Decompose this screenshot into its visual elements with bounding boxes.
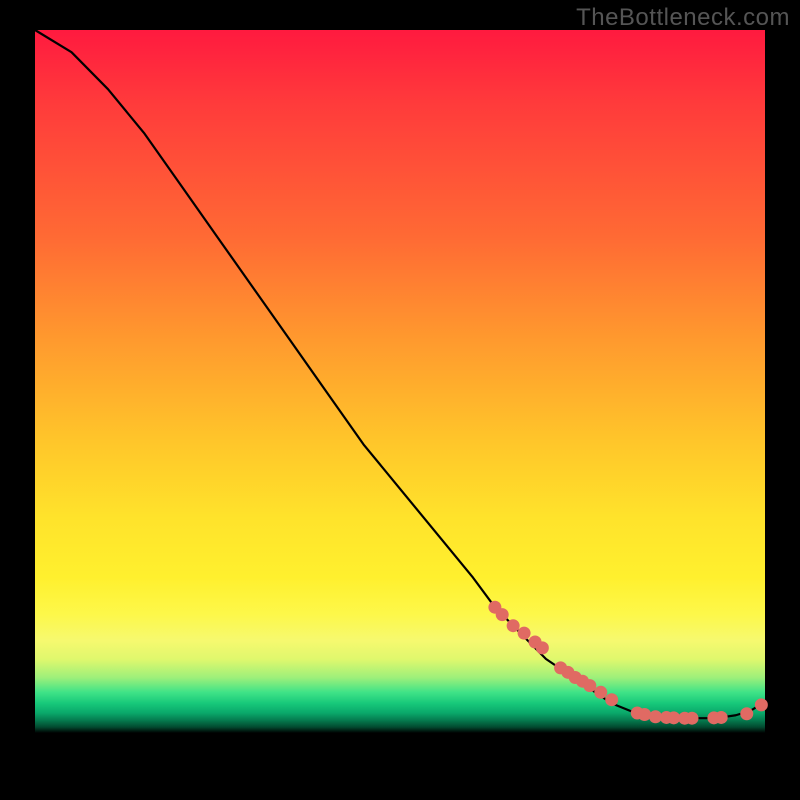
curve-svg (35, 30, 765, 770)
highlight-dot (507, 619, 520, 632)
highlight-dot (605, 693, 618, 706)
highlight-dot (536, 641, 549, 654)
bottleneck-curve-line (35, 30, 765, 718)
highlight-dot (715, 711, 728, 724)
highlight-dot (583, 679, 596, 692)
highlight-dot (638, 708, 651, 721)
highlight-dot (594, 686, 607, 699)
watermark-text: TheBottleneck.com (576, 4, 790, 32)
highlight-dots-group (488, 601, 767, 725)
chart-frame: TheBottleneck.com (0, 0, 800, 800)
highlight-dot (755, 698, 768, 711)
highlight-dot (518, 627, 531, 640)
highlight-dot (496, 608, 509, 621)
plot-area (35, 30, 765, 770)
highlight-dot (686, 712, 699, 725)
highlight-dot (740, 707, 753, 720)
